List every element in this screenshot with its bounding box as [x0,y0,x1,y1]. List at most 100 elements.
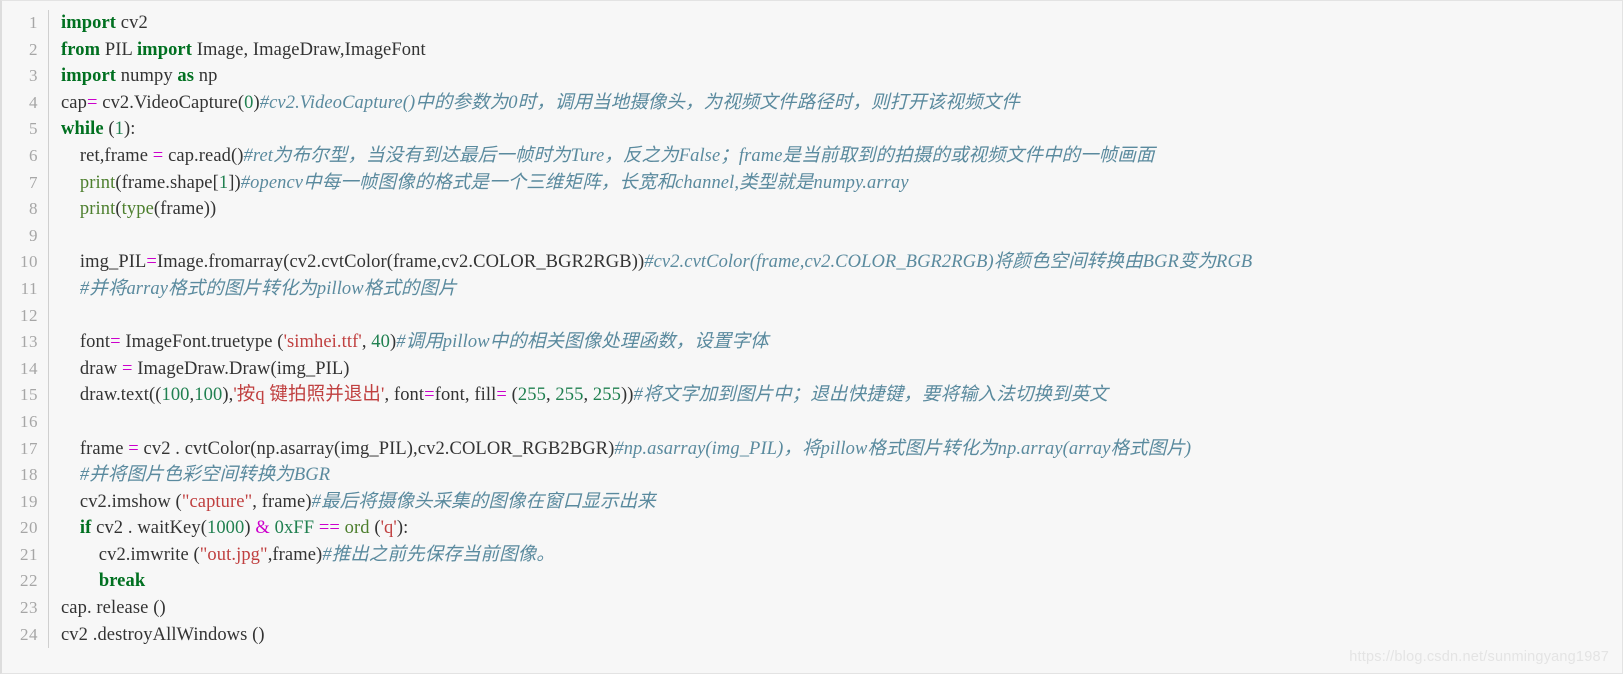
code-line[interactable]: cv2.imwrite ("out.jpg",frame)#推出之前先保存当前图… [61,542,1622,569]
code-line[interactable]: cv2.imshow ("capture", frame)#最后将摄像头采集的图… [61,489,1622,516]
line-number-gutter: 1 2 3 4 5 6 7 8 9 10 11 12 13 14 15 16 17 18 19 20 21 22 23 24 [2,10,49,649]
code-line[interactable]: print(type(frame)) [61,196,1622,223]
code-token-kw: while [61,119,104,140]
code-token-cmt: #ret为布尔型，当没有到达最后一帧时为Ture，反之为False；frame是… [243,145,1155,166]
code-token-pl: cv2.imwrite ( [61,544,200,565]
code-token-kw: import [136,39,192,60]
code-token-pl: Image.fromarray(cv2.cvtColor(frame,cv2.C… [156,252,645,273]
code-token-str: 'q' [380,518,397,539]
code-token-str: "out.jpg" [199,544,268,565]
code-token-pl: img_PIL [61,252,147,273]
code-token-pl: (frame)) [153,199,217,220]
code-token-num: 100 [194,385,223,406]
code-token-num: 1 [218,172,229,193]
code-line[interactable]: if cv2 . waitKey(1000) & 0xFF == ord ('q… [61,515,1622,542]
line-number: 22 [20,571,38,591]
code-token-pl: frame [61,438,129,459]
code-line[interactable]: print(frame.shape[1])#opencv中每一帧图像的格式是一个… [61,170,1622,197]
code-line[interactable]: draw.text((100,100),'按q 键拍照并退出', font=fo… [61,382,1622,409]
code-token-pl: draw.text(( [61,385,162,406]
code-line[interactable]: #并将图片色彩空间转换为BGR [61,462,1622,489]
code-token-bi: ord [344,518,370,539]
code-token-num: 40 [371,332,390,353]
code-token-pl: font [61,332,111,353]
code-content-area[interactable]: import cv2 from PIL import Image, ImageDr… [49,10,1622,648]
code-line[interactable] [61,409,1622,436]
line-number: 1 [29,13,38,32]
code-line[interactable]: #并将array格式的图片转化为pillow格式的图片 [61,276,1622,303]
code-line[interactable] [61,303,1622,330]
code-line[interactable]: ret,frame = cap.read()#ret为布尔型，当没有到达最后一帧… [61,143,1622,170]
line-number: 16 [20,411,38,431]
line-number: 18 [20,465,38,485]
line-number: 12 [20,305,38,325]
code-token-kw: import [61,13,117,33]
line-number: 7 [29,172,38,192]
code-token-str: 'simhei.ttf' [283,332,362,353]
code-token-str: "capture" [181,491,253,512]
code-token-pl: draw [61,358,123,379]
code-token-pl: ImageFont.truetype ( [120,332,284,353]
code-line[interactable]: break [61,568,1622,595]
code-line[interactable]: from PIL import Image, ImageDraw,ImageFo… [61,37,1622,64]
code-token-pl: ( [506,385,518,406]
code-token-pl: cap. release () [61,598,166,619]
code-token-kw: break [98,571,146,592]
code-token-pl: cap.read() [163,145,244,166]
code-block: 1 2 3 4 5 6 7 8 9 10 11 12 13 14 15 16 17 18 19 20 21 22 23 24 … [0,0,1623,674]
code-line[interactable]: frame = cv2 . cvtColor(np.asarray(img_PI… [61,436,1622,463]
code-token-pl: ( [103,119,115,140]
code-token-op: & [255,518,270,539]
code-line[interactable]: import numpy as np [61,63,1622,90]
line-number: 23 [20,598,38,618]
code-line[interactable]: import cv2 [61,10,1622,37]
code-token-bi: print [79,172,116,193]
line-number: 13 [20,332,38,352]
code-token-cmt: #并将图片色彩空间转换为BGR [79,465,331,486]
code-token-cmt: #并将array格式的图片转化为pillow格式的图片 [79,278,457,299]
code-token-pl: , font [384,385,425,406]
code-line[interactable]: cap. release () [61,595,1622,622]
code-token-num: 255 [592,385,621,406]
code-token-pl: font, fill [434,385,497,406]
line-number: 6 [29,145,38,165]
code-line[interactable]: draw = ImageDraw.Draw(img_PIL) [61,356,1622,383]
code-line[interactable] [61,223,1622,250]
code-token-pl: ]) [228,172,241,193]
code-token-pl: ImageDraw.Draw(img_PIL) [132,358,350,379]
code-token-pl: cv2 [116,13,148,33]
code-line[interactable]: img_PIL=Image.fromarray(cv2.cvtColor(fra… [61,249,1622,276]
code-line[interactable]: font= ImageFont.truetype ('simhei.ttf', … [61,329,1622,356]
code-token-cmt: #cv2.VideoCapture()中的参数为0时，调用当地摄像头，为视频文件… [259,92,1020,113]
code-line[interactable]: while (1): [61,116,1622,143]
line-number: 8 [29,199,38,219]
code-token-pl: (frame.shape[ [115,172,219,193]
code-token-pl: cv2 . cvtColor(np.asarray(img_PIL),cv2.C… [138,438,615,459]
code-token-num: 1000 [206,518,245,539]
code-token-cmt: #cv2.cvtColor(frame,cv2.COLOR_BGR2RGB)将颜… [644,252,1253,273]
line-number: 15 [20,385,38,405]
code-token-pl: cap [61,92,87,113]
code-token-pl: cv2.VideoCapture( [97,92,245,113]
code-token-pl: numpy [116,66,178,87]
code-token-op: = [122,358,133,379]
code-token-pl: Image, ImageDraw,ImageFont [192,39,426,60]
code-token-pl: , [545,385,556,406]
code-line[interactable]: cap= cv2.VideoCapture(0)#cv2.VideoCaptur… [61,90,1622,117]
code-token-num: 255 [517,385,546,406]
line-number: 20 [20,518,38,538]
code-token-op: == [318,518,340,539]
code-token-pl: PIL [100,39,137,60]
line-number: 2 [29,39,38,59]
line-number: 4 [29,92,38,112]
line-number: 11 [20,278,38,298]
code-line[interactable]: cv2 .destroyAllWindows () [61,622,1622,649]
code-token-kw: import [61,66,117,87]
code-token-pl: np [194,66,218,87]
code-token-pl: ): [124,119,136,140]
line-number: 17 [20,438,38,458]
line-number: 14 [20,358,38,378]
